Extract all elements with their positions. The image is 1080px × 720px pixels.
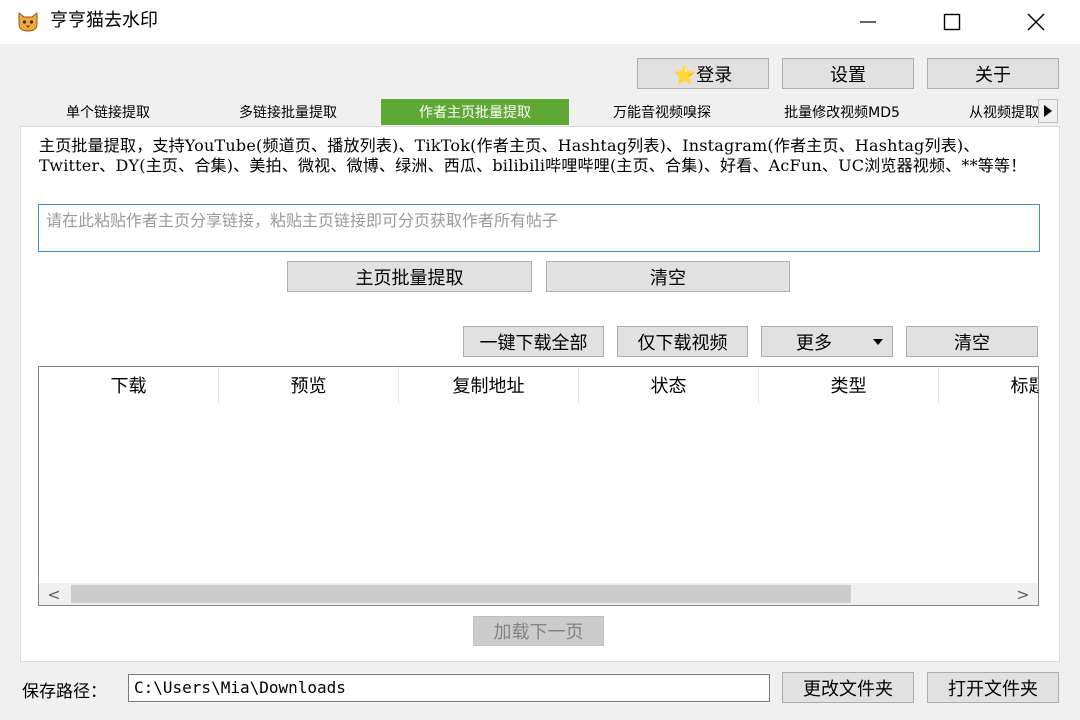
settings-button[interactable]: 设置 <box>782 58 914 89</box>
close-button[interactable] <box>996 0 1076 44</box>
clear-list-button[interactable]: 清空 <box>906 326 1038 357</box>
description-text: 主页批量提取，支持YouTube(频道页、播放列表)、TikTok(作者主页、H… <box>39 136 1027 175</box>
tab-scroll-button[interactable] <box>1038 99 1058 123</box>
tab-batch-md5[interactable]: 批量修改视频MD5 <box>754 98 930 126</box>
column-header-preview[interactable]: 预览 <box>219 367 399 403</box>
about-button[interactable]: 关于 <box>927 58 1059 89</box>
maximize-icon <box>943 13 961 31</box>
minimize-button[interactable] <box>828 0 908 44</box>
tab-single-link[interactable]: 单个链接提取 <box>20 98 196 126</box>
save-path-field[interactable]: C:\Users\Mia\Downloads <box>128 674 770 702</box>
column-header-title[interactable]: 标题 <box>939 367 1039 403</box>
horizontal-scrollbar[interactable]: < > <box>39 583 1038 605</box>
scroll-left-icon[interactable]: < <box>39 583 69 605</box>
window-title: 亨亨猫去水印 <box>50 10 158 31</box>
close-icon <box>1027 13 1045 31</box>
results-table: 下载 预览 复制地址 状态 类型 标题 < > <box>38 366 1039 606</box>
more-dropdown-button[interactable]: 更多 <box>761 326 893 357</box>
tab-strip: 单个链接提取 多链接批量提取 作者主页批量提取 万能音视频嗅探 批量修改视频MD… <box>20 98 1060 126</box>
download-videos-button[interactable]: 仅下载视频 <box>617 326 748 357</box>
extract-button[interactable]: 主页批量提取 <box>287 261 532 292</box>
table-header: 下载 预览 复制地址 状态 类型 标题 <box>39 367 1039 403</box>
more-button-label: 更多 <box>796 332 832 354</box>
scrollbar-thumb[interactable] <box>71 585 851 603</box>
maximize-button[interactable] <box>912 0 992 44</box>
scroll-right-icon[interactable]: > <box>1008 583 1038 605</box>
load-next-page-button[interactable]: 加载下一页 <box>473 616 604 646</box>
column-header-type[interactable]: 类型 <box>759 367 939 403</box>
login-button[interactable]: ⭐登录 <box>637 58 769 89</box>
tab-media-sniffer[interactable]: 万能音视频嗅探 <box>574 98 750 126</box>
open-folder-button[interactable]: 打开文件夹 <box>927 672 1059 703</box>
save-path-label: 保存路径： <box>22 682 107 702</box>
minimize-icon <box>860 21 876 23</box>
tab-author-homepage[interactable]: 作者主页批量提取 <box>380 98 570 126</box>
download-all-button[interactable]: 一键下载全部 <box>463 326 604 357</box>
column-header-copy-url[interactable]: 复制地址 <box>399 367 579 403</box>
title-bar: 亨亨猫去水印 <box>0 0 1080 44</box>
column-header-status[interactable]: 状态 <box>579 367 759 403</box>
homepage-url-input[interactable]: 请在此粘贴作者主页分享链接，粘贴主页链接即可分页获取作者所有帖子 <box>38 204 1040 252</box>
dropdown-arrow-icon <box>873 339 883 345</box>
clear-input-button[interactable]: 清空 <box>546 261 790 292</box>
change-folder-button[interactable]: 更改文件夹 <box>782 672 914 703</box>
tab-multi-link[interactable]: 多链接批量提取 <box>200 98 376 126</box>
cat-face-icon <box>18 11 38 32</box>
chevron-right-icon <box>1044 105 1052 117</box>
column-header-download[interactable]: 下载 <box>39 367 219 403</box>
